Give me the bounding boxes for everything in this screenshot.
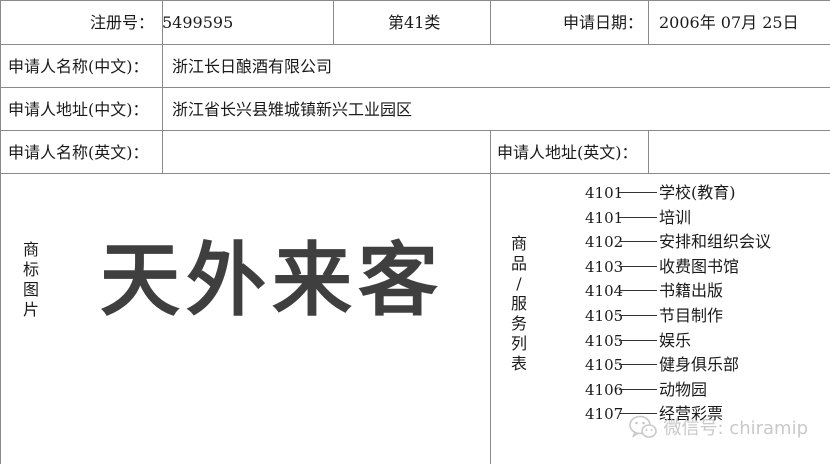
table-border-top: [0, 0, 830, 1]
trademark-image-label: 商 标 图 片: [22, 240, 39, 319]
list-item: 4106 动物园: [585, 379, 708, 399]
applicant-name-cn-value: 浙江长日酿酒有限公司: [172, 57, 333, 76]
col-divider: [648, 130, 649, 173]
dash-separator: [619, 216, 657, 218]
row-divider: [0, 87, 830, 88]
list-item: 4102 安排和组织会议: [585, 232, 772, 252]
trademark-mark: 天外来客: [100, 233, 444, 327]
applicant-address-cn-label: 申请人地址(中文)：: [8, 100, 149, 119]
col-divider: [490, 130, 491, 464]
col-divider: [333, 0, 334, 44]
trademark-record: 注册号： 5499595 第41类 申请日期： 2006年 07月 25日 申请…: [0, 0, 830, 464]
goods-services-label: 商 品 / 服 务 列 表: [510, 234, 527, 373]
dash-separator: [619, 364, 657, 366]
table-border-left: [0, 0, 1, 464]
goods-services-list: 4101 学校(教育) 4101 培训 4102 安排和组织会议 4103 收费图书馆 …: [585, 181, 771, 427]
list-item: 4103 收费图书馆: [585, 256, 740, 276]
dash-separator: [619, 241, 657, 243]
dash-separator: [619, 339, 657, 341]
class-label: 第41类: [388, 13, 441, 32]
col-divider: [648, 0, 649, 44]
col-divider: [490, 0, 491, 44]
list-item: 4105 节目制作: [585, 305, 724, 325]
row-divider: [0, 130, 830, 131]
dash-separator: [619, 388, 657, 390]
application-date-label: 申请日期：: [563, 13, 644, 32]
list-item: 4101 培训: [585, 207, 692, 227]
list-item: 4104 书籍出版: [585, 281, 724, 301]
dash-separator: [619, 265, 657, 267]
dash-separator: [619, 314, 657, 316]
registration-number-value: 5499595: [162, 13, 234, 32]
list-item: 4105 健身俱乐部: [585, 355, 740, 375]
col-divider: [162, 44, 163, 173]
applicant-name-cn-label: 申请人名称(中文)：: [8, 57, 149, 76]
applicant-address-cn-value: 浙江省长兴县雉城镇新兴工业园区: [172, 100, 413, 119]
dash-separator: [619, 290, 657, 292]
applicant-name-en-label: 申请人名称(英文)：: [8, 143, 149, 162]
list-item: 4105 娱乐: [585, 330, 692, 350]
watermark-text: 微信号: chiramip: [663, 418, 808, 439]
row-divider: [0, 44, 830, 45]
wechat-icon: [628, 415, 657, 438]
list-item: 4101 学校(教育): [585, 183, 736, 202]
registration-number-label: 注册号：: [90, 13, 155, 32]
row-divider: [0, 173, 830, 174]
applicant-address-en-label: 申请人地址(英文)：: [497, 143, 638, 162]
dash-separator: [619, 192, 657, 193]
application-date-value: 2006年 07月 25日: [659, 13, 799, 32]
watermark: 微信号: chiramip: [628, 412, 808, 442]
